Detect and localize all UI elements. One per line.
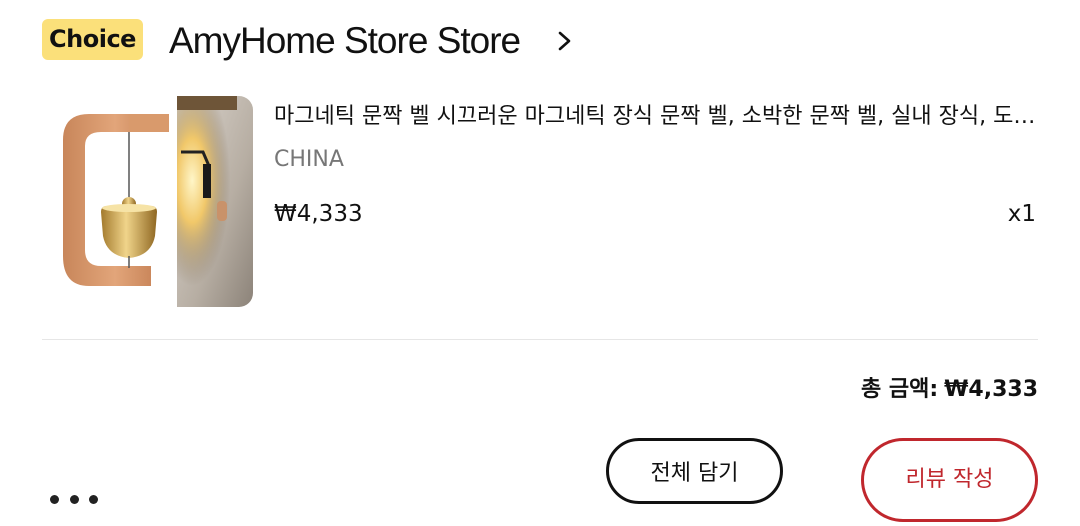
more-dot (50, 494, 59, 504)
total-value: ₩4,333 (944, 377, 1038, 402)
total-label: 총 금액: (860, 377, 939, 402)
more-dot (69, 494, 79, 504)
choice-badge: Choice (42, 19, 143, 60)
divider (42, 339, 1038, 340)
more-dot (89, 494, 98, 504)
product-quantity: x1 (1007, 201, 1036, 227)
product-price: ₩4,333 (274, 201, 363, 227)
product-thumbnail[interactable] (59, 96, 253, 307)
doorbell-image (59, 96, 253, 307)
add-all-to-cart-button[interactable]: 전체 담기 (606, 438, 783, 504)
product-origin: CHINA (274, 147, 344, 172)
chevron-right-icon[interactable] (554, 29, 576, 53)
write-review-button[interactable]: 리뷰 작성 (861, 438, 1038, 522)
more-horizontal-icon[interactable] (50, 488, 98, 510)
store-name-link[interactable]: AmyHome Store Store (169, 18, 521, 64)
order-total: 총 금액: ₩4,333 (861, 372, 1038, 408)
product-title[interactable]: 마그네틱 문짝 벨 시끄러운 마그네틱 장식 문짝 벨, 소박한 문짝 벨, 실… (274, 100, 1036, 134)
